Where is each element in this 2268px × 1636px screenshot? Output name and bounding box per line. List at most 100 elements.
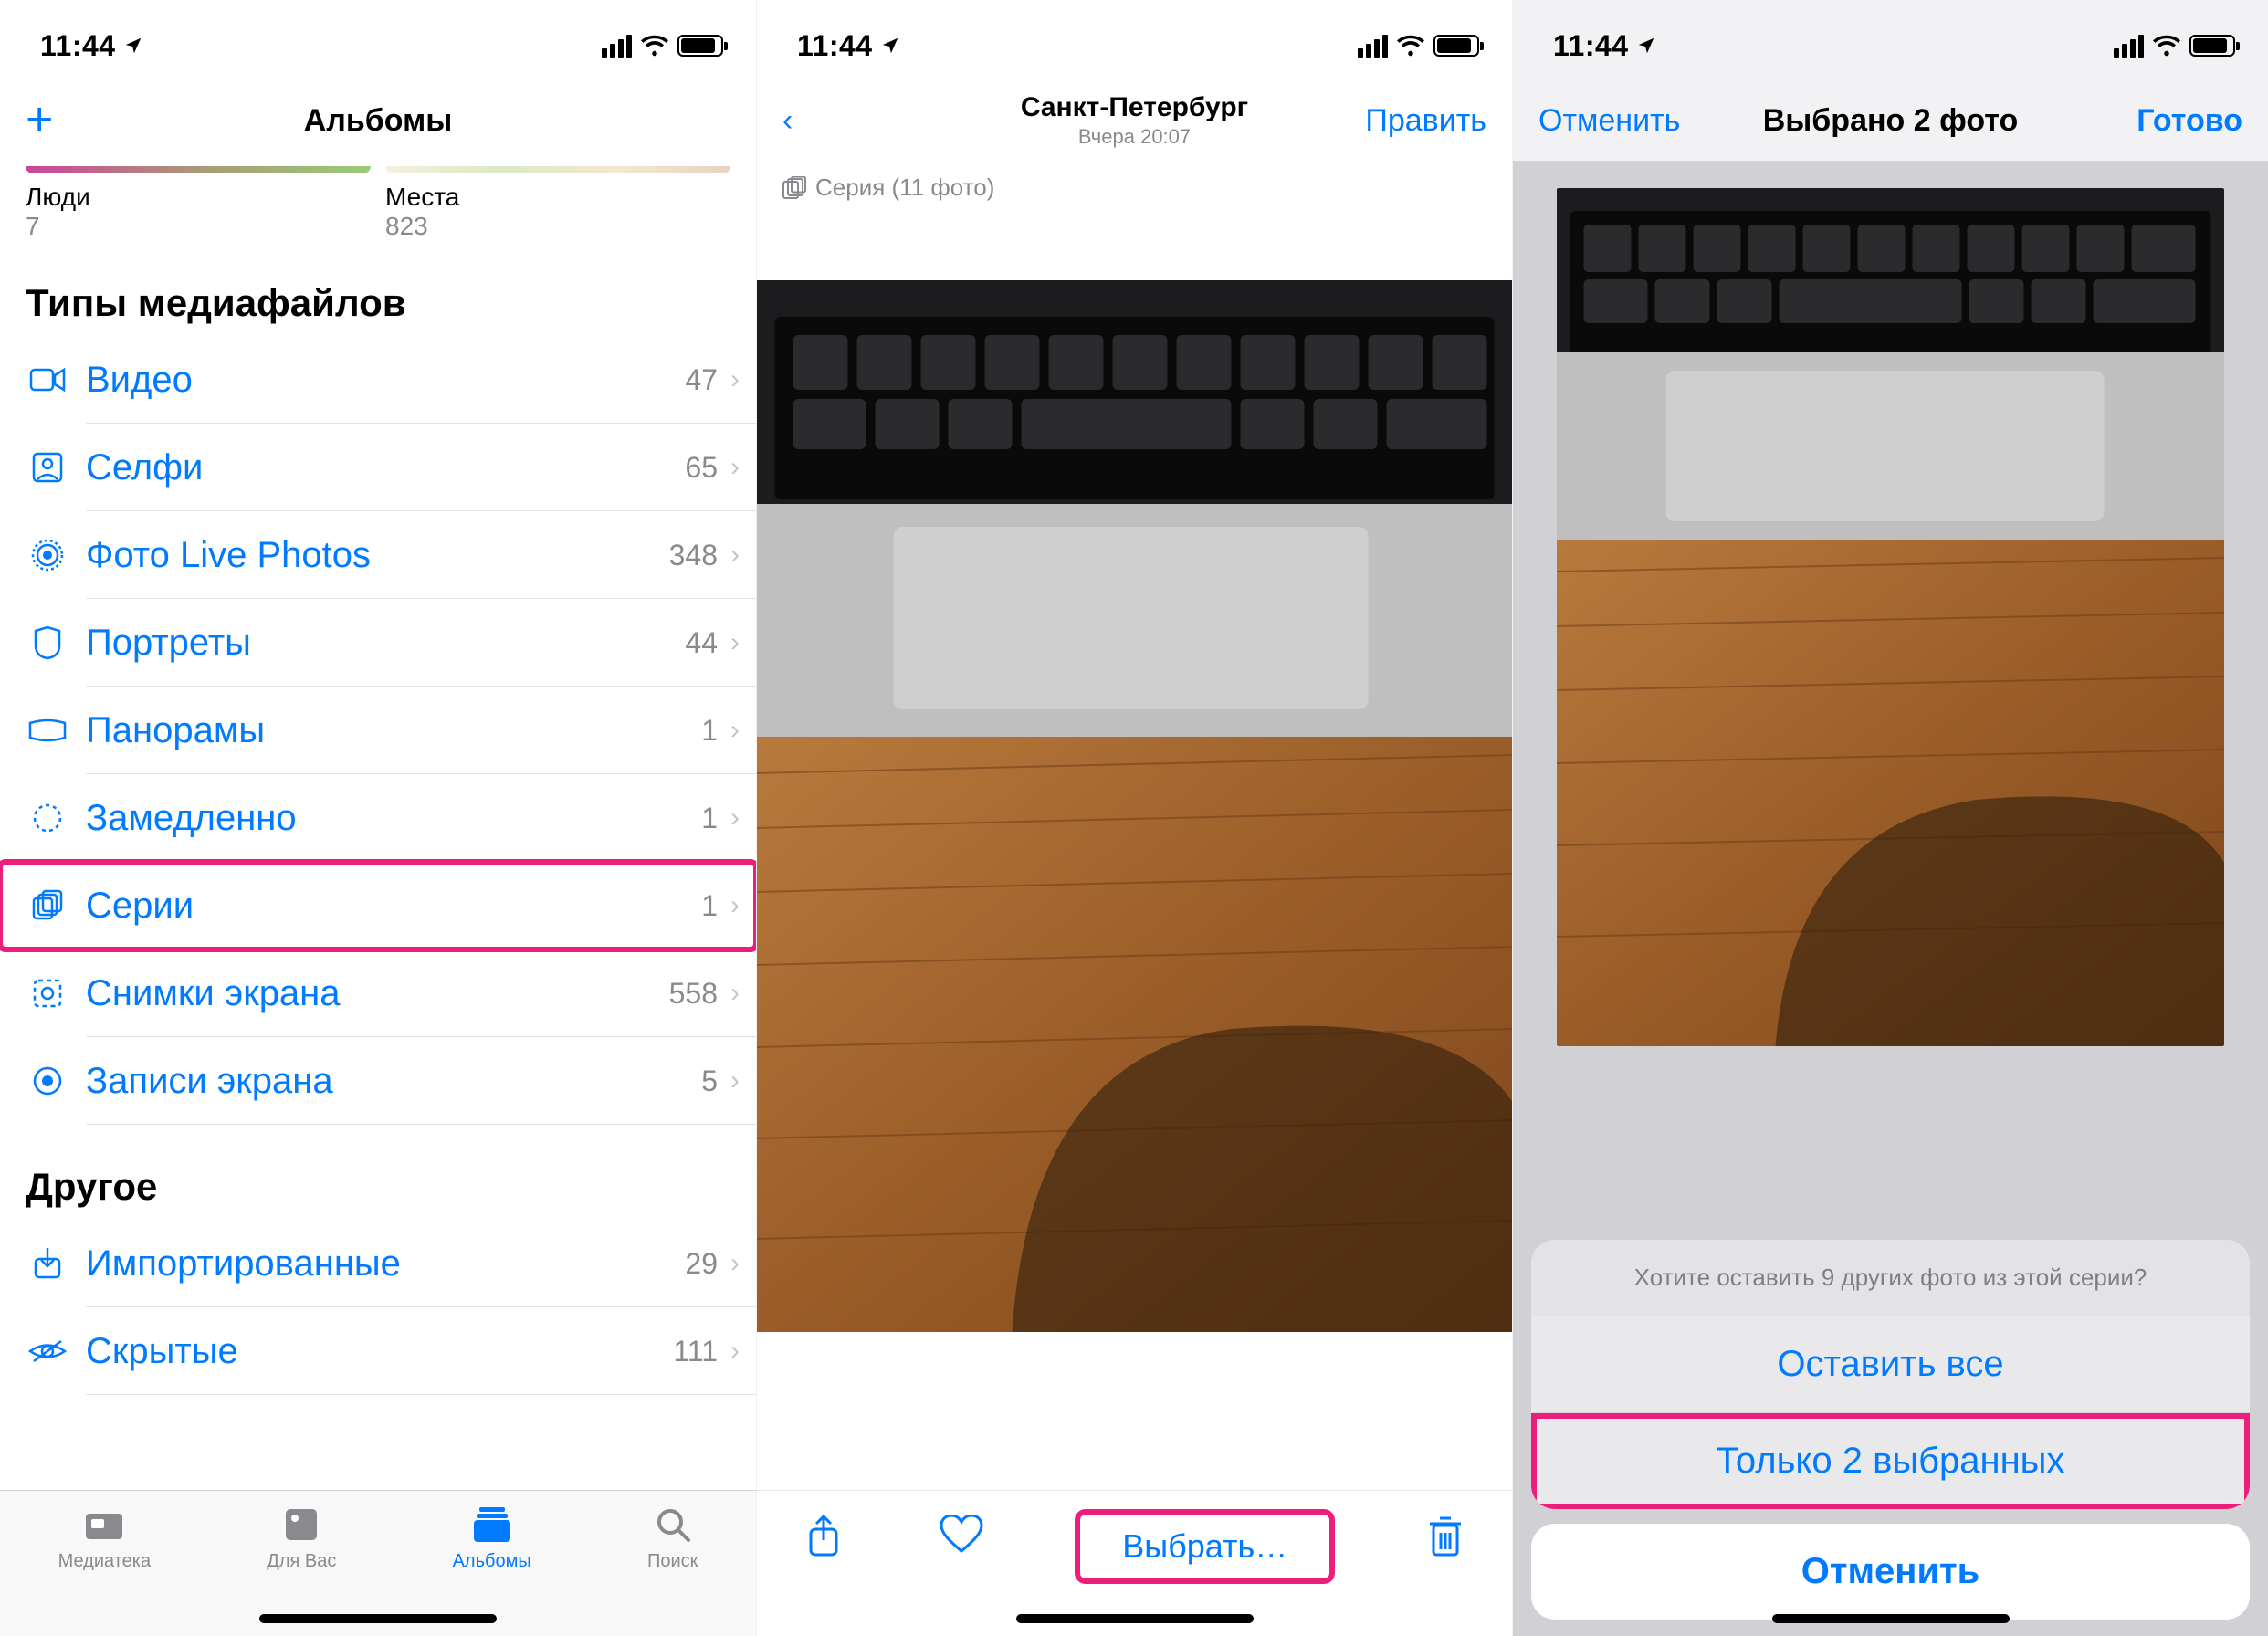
option-keep-selected[interactable]: Только 2 выбранных xyxy=(1531,1413,2250,1509)
row-count: 348 xyxy=(669,539,725,572)
slomo-icon xyxy=(26,802,69,834)
row-label: Портреты xyxy=(69,623,685,664)
time-text: 11:44 xyxy=(1553,29,1629,63)
delete-button[interactable] xyxy=(1427,1515,1464,1558)
row-count: 1 xyxy=(701,889,725,923)
chevron-right-icon: › xyxy=(725,1336,756,1367)
tab-label: Поиск xyxy=(647,1551,698,1572)
chevron-right-icon: › xyxy=(725,1065,756,1096)
row-label: Фото Live Photos xyxy=(69,535,669,576)
cancel-nav-button[interactable]: Отменить xyxy=(1538,103,1680,139)
media-row-slomo[interactable]: Замедленно1› xyxy=(0,774,756,862)
home-indicator[interactable] xyxy=(1016,1614,1254,1623)
nav-bar: + Альбомы xyxy=(0,80,756,161)
burst-info: Серия (11 фото) xyxy=(757,161,1512,215)
row-label: Серии xyxy=(69,886,701,927)
search-icon xyxy=(654,1504,692,1546)
chevron-right-icon: › xyxy=(725,978,756,1009)
burst-icon xyxy=(782,176,806,200)
photo[interactable] xyxy=(757,280,1512,1332)
sheet-cancel-button[interactable]: Отменить xyxy=(1531,1524,2250,1620)
media-row-burst[interactable]: Серии1› xyxy=(0,862,756,949)
media-row-video[interactable]: Видео47› xyxy=(0,336,756,424)
thumb-label: Люди xyxy=(26,183,371,212)
back-button[interactable]: ‹ xyxy=(782,103,793,139)
signal-icon xyxy=(2114,35,2144,58)
photo[interactable] xyxy=(1557,188,2224,1046)
media-type-list: Видео47›Селфи65›Фото Live Photos348›Порт… xyxy=(0,336,756,1125)
status-bar: 11:44 xyxy=(0,0,756,80)
tab-search[interactable]: Поиск xyxy=(647,1504,698,1572)
home-indicator[interactable] xyxy=(259,1614,497,1623)
tab-label: Медиатека xyxy=(58,1551,151,1572)
nav-title: Альбомы xyxy=(0,103,756,139)
signal-icon xyxy=(1358,35,1388,58)
row-label: Замедленно xyxy=(69,798,701,839)
sheet-message: Хотите оставить 9 других фото из этой се… xyxy=(1531,1240,2250,1316)
battery-icon xyxy=(677,35,723,57)
row-count: 44 xyxy=(685,626,725,660)
screenrec-icon xyxy=(26,1064,69,1097)
row-count: 29 xyxy=(685,1247,725,1281)
time-text: 11:44 xyxy=(40,29,116,63)
other-list: Импортированные29›Скрытые111› xyxy=(0,1220,756,1395)
thumb-label: Места xyxy=(385,183,730,212)
album-thumb-row: Люди 7 Места 823 xyxy=(0,161,756,241)
status-right xyxy=(602,35,723,58)
album-places[interactable]: Места 823 xyxy=(385,166,730,241)
library-icon xyxy=(82,1504,126,1546)
live-icon xyxy=(26,539,69,572)
row-label: Скрытые xyxy=(69,1331,673,1372)
row-count: 1 xyxy=(701,802,725,835)
chevron-right-icon: › xyxy=(725,452,756,483)
pane-albums: 11:44 + Альбомы Люди 7 Места 823 Типы ме… xyxy=(0,0,756,1636)
wifi-icon xyxy=(1397,35,1424,57)
pano-icon xyxy=(26,718,69,743)
burst-text: Серия (11 фото) xyxy=(815,173,994,202)
pane-photo-detail: 11:44 ‹ Санкт-Петербург Вчера 20:07 Прав… xyxy=(756,0,1512,1636)
chevron-right-icon: › xyxy=(725,1248,756,1279)
portrait-icon xyxy=(26,625,69,660)
media-row-selfie[interactable]: Селфи65› xyxy=(0,424,756,511)
wifi-icon xyxy=(2153,35,2180,57)
status-time: 11:44 xyxy=(40,29,143,63)
foryou-icon xyxy=(282,1504,320,1546)
row-count: 558 xyxy=(669,977,725,1011)
media-row-portrait[interactable]: Портреты44› xyxy=(0,599,756,687)
row-label: Видео xyxy=(69,360,685,401)
section-media-types: Типы медиафайлов xyxy=(0,241,756,336)
import-icon xyxy=(26,1246,69,1281)
album-people[interactable]: Люди 7 xyxy=(26,166,371,241)
location-icon xyxy=(1636,29,1656,63)
media-row-screenshot[interactable]: Снимки экрана558› xyxy=(0,949,756,1037)
thumb-count: 823 xyxy=(385,212,730,241)
option-keep-all[interactable]: Оставить все xyxy=(1531,1316,2250,1413)
chevron-right-icon: › xyxy=(725,540,756,571)
location-icon xyxy=(880,29,900,63)
media-row-hidden[interactable]: Скрытые111› xyxy=(0,1307,756,1395)
tab-albums[interactable]: Альбомы xyxy=(453,1504,531,1572)
media-row-live[interactable]: Фото Live Photos348› xyxy=(0,511,756,599)
media-row-import[interactable]: Импортированные29› xyxy=(0,1220,756,1307)
edit-button[interactable]: Править xyxy=(1365,103,1486,139)
home-indicator[interactable] xyxy=(1772,1614,2010,1623)
select-button[interactable]: Выбрать… xyxy=(1080,1515,1329,1578)
sheet-group: Хотите оставить 9 других фото из этой се… xyxy=(1531,1240,2250,1509)
share-button[interactable] xyxy=(805,1515,842,1558)
chevron-right-icon: › xyxy=(725,627,756,658)
tab-foryou[interactable]: Для Вас xyxy=(267,1504,336,1572)
albums-icon xyxy=(470,1504,514,1546)
tab-label: Альбомы xyxy=(453,1551,531,1572)
media-row-pano[interactable]: Панорамы1› xyxy=(0,687,756,774)
photo-toolbar: Выбрать… xyxy=(757,1490,1512,1636)
favorite-button[interactable] xyxy=(940,1515,983,1555)
chevron-right-icon: › xyxy=(725,364,756,395)
done-button[interactable]: Готово xyxy=(2137,103,2242,139)
media-row-screenrec[interactable]: Записи экрана5› xyxy=(0,1037,756,1125)
tab-library[interactable]: Медиатека xyxy=(58,1504,151,1572)
add-button[interactable]: + xyxy=(26,106,53,134)
location-icon xyxy=(123,29,143,63)
row-count: 111 xyxy=(673,1335,725,1369)
burst-icon xyxy=(26,889,69,922)
status-bar: 11:44 xyxy=(1513,0,2268,80)
